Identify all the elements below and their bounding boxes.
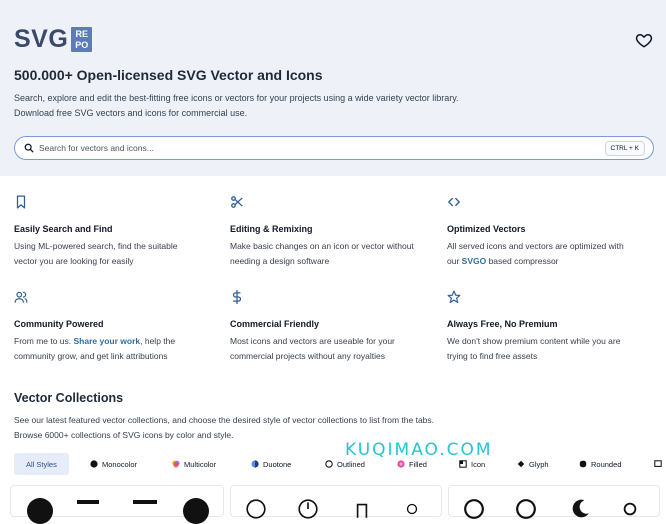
feature-description: From me to us. Share your work, help the… (14, 334, 229, 364)
tab-label: Filled (409, 459, 427, 469)
feature-desc-line1: We don't show premium content while you … (447, 336, 621, 346)
feature-desc-line2: vector you are looking for easily (14, 256, 134, 266)
feature-title: Easily Search and Find (14, 224, 113, 234)
preview-circle-icon (27, 498, 53, 524)
page-title: 500.000+ Open-licensed SVG Vector and Ic… (14, 67, 323, 83)
feature-desc-line1: Make basic changes on an icon or vector … (230, 241, 414, 251)
feature-desc-line1: Most icons and vectors are useable for y… (230, 336, 395, 346)
star-icon (447, 290, 461, 304)
tab-rounded[interactable]: Rounded (579, 453, 621, 475)
keyboard-shortcut-badge: CTRL + K (604, 141, 645, 156)
glyph-icon (517, 460, 525, 468)
feature-desc-text: From me to us. (14, 336, 74, 346)
feature-desc-text: our (447, 256, 462, 266)
scissors-icon (231, 196, 243, 208)
feature-description: Most icons and vectors are useable for y… (230, 334, 445, 364)
tab-label: Outlined (337, 459, 365, 469)
hero-section: SVG RE PO 500.000+ Open-licensed SVG Vec… (0, 0, 666, 176)
logo-badge: RE PO (71, 27, 93, 52)
preview-clock-icon (298, 499, 318, 519)
tab-label: Multicolor (184, 459, 217, 469)
tab-monocolor[interactable]: Monocolor (90, 453, 137, 475)
collection-card[interactable] (230, 485, 442, 519)
tab-duotone[interactable]: Duotone (251, 453, 291, 475)
feature-desc-line2: needing a design software (230, 256, 330, 266)
code-icon (448, 197, 460, 207)
feature-title: Commercial Friendly (230, 319, 320, 329)
feature-desc-text: , help the (140, 336, 176, 346)
icon-style-icon (459, 460, 467, 468)
preview-outline-icon (623, 502, 637, 516)
hero-description: Search, explore and edit the best-fittin… (14, 91, 459, 121)
duotone-icon (251, 460, 259, 468)
feature-title: Community Powered (14, 319, 104, 329)
hero-description-line1: Search, explore and edit the best-fittin… (14, 93, 459, 103)
users-icon (14, 291, 28, 303)
feature-description: Make basic changes on an icon or vector … (230, 239, 445, 269)
style-tabs: All Styles Monocolor Multicolor Duotone … (14, 453, 666, 475)
preview-outline-icon (516, 499, 536, 519)
feature-desc-line2: commercial projects without any royaltie… (230, 351, 385, 361)
hero-description-line2: Download free SVG vectors and icons for … (14, 108, 248, 118)
search-icon (24, 143, 34, 153)
preview-circle-icon (183, 498, 209, 524)
tab-glyph[interactable]: Glyph (517, 453, 549, 475)
section-title: Vector Collections (14, 391, 124, 405)
tab-label: Rounded (591, 459, 622, 469)
preview-bar-icon (77, 500, 99, 504)
outlined-icon (325, 460, 333, 468)
filled-icon (397, 460, 405, 468)
monocolor-icon (90, 460, 98, 468)
bookmark-icon (16, 195, 26, 209)
share-your-work-link[interactable]: Share your work (74, 336, 141, 346)
tab-label: Duotone (263, 459, 292, 469)
feature-title: Optimized Vectors (447, 224, 526, 234)
section-description-line1: See our latest featured vector collectio… (14, 415, 435, 425)
feature-description: Using ML-powered search, find the suitab… (14, 239, 229, 269)
feature-desc-text: based compressor (486, 256, 559, 266)
preview-bar-icon (133, 500, 157, 504)
preview-outline-icon (464, 499, 484, 519)
logo[interactable]: SVG RE PO (14, 25, 93, 53)
feature-desc-line1: Using ML-powered search, find the suitab… (14, 241, 178, 251)
tab-label: Glyph (529, 459, 549, 469)
preview-outline-icon (246, 499, 266, 519)
search-input[interactable] (39, 139, 599, 157)
feature-desc-line2: trying to find free assets (447, 351, 538, 361)
feature-title: Always Free, No Premium (447, 319, 558, 329)
heart-icon[interactable] (635, 31, 653, 49)
tab-all-styles[interactable]: All Styles (14, 453, 69, 475)
tab-label: All Styles (26, 459, 57, 469)
search-bar[interactable]: CTRL + K (14, 136, 654, 160)
tab-label: Monocolor (102, 459, 138, 469)
watermark: KUQIMAO.COM (345, 440, 493, 460)
tab-more[interactable] (654, 453, 666, 475)
preview-outline-icon (356, 503, 368, 518)
preview-moon-icon (572, 499, 589, 518)
tab-label: Icon (471, 459, 486, 469)
dollar-icon (232, 290, 242, 304)
tab-multicolor[interactable]: Multicolor (172, 453, 216, 475)
collection-card[interactable] (10, 485, 224, 524)
preview-outline-icon (406, 503, 418, 515)
feature-desc-line1: All served icons and vectors are optimiz… (447, 241, 624, 251)
logo-badge-line1: RE (75, 28, 89, 39)
logo-badge-line2: PO (75, 39, 89, 50)
rounded-icon (579, 460, 587, 468)
feature-title: Editing & Remixing (230, 224, 313, 234)
feature-desc-line2: community grow, and get link attribution… (14, 351, 168, 361)
more-style-icon (654, 460, 662, 467)
multicolor-icon (172, 460, 180, 468)
feature-description: We don't show premium content while you … (447, 334, 662, 364)
section-description: See our latest featured vector collectio… (14, 413, 434, 443)
logo-text: SVG (14, 25, 69, 53)
svgo-link[interactable]: SVGO (462, 256, 487, 266)
collection-card[interactable] (448, 485, 660, 519)
collection-cards (0, 482, 666, 524)
feature-description: All served icons and vectors are optimiz… (447, 239, 662, 269)
